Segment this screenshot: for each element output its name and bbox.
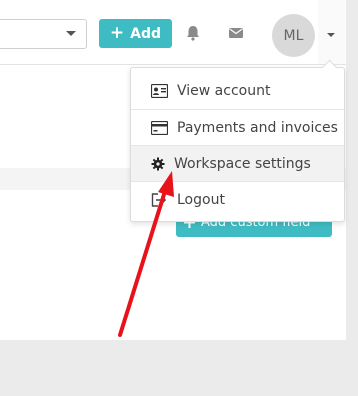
user-menu-toggle[interactable] (318, 0, 346, 64)
menu-item-workspace-settings[interactable]: Workspace settings (131, 145, 344, 181)
menu-item-payments[interactable]: Payments and invoices (131, 109, 344, 145)
plus-icon: + (109, 23, 125, 43)
menu-item-label: Payments and invoices (177, 119, 338, 136)
bell-icon[interactable] (184, 24, 202, 42)
user-dropdown-menu: View account Payments and invoices Works… (130, 59, 345, 222)
avatar[interactable]: ML (272, 14, 315, 57)
sign-out-icon (151, 192, 167, 207)
chevron-down-icon (66, 31, 76, 36)
menu-item-label: Workspace settings (174, 155, 311, 172)
menu-item-logout[interactable]: Logout (131, 181, 344, 217)
workspace-select[interactable] (0, 19, 87, 49)
add-button-label: Add (130, 25, 162, 42)
top-bar: + Add ML (0, 0, 346, 65)
menu-item-label: View account (177, 83, 271, 99)
avatar-initials: ML (283, 27, 304, 44)
chevron-down-icon (327, 33, 335, 37)
gear-icon (151, 157, 165, 170)
menu-item-label: Logout (177, 191, 225, 208)
add-button[interactable]: + Add (99, 19, 172, 48)
envelope-icon[interactable] (227, 24, 245, 42)
credit-card-icon (151, 120, 168, 135)
id-card-icon (151, 84, 168, 98)
menu-item-view-account[interactable]: View account (131, 73, 344, 109)
